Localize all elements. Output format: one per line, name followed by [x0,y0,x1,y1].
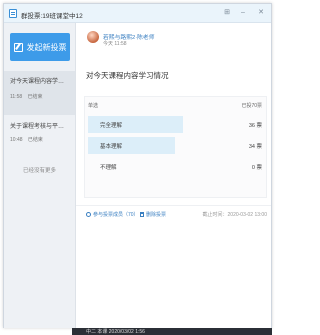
window-title: 群投票:19班课堂中12 [21,13,83,20]
vote-list-item-status: 已结束 [27,137,43,143]
total-votes: 已投70票 [241,103,262,109]
post-time: 今天 11:58 [103,41,127,47]
vote-list-item-title: 对今天课程内容学习情况 [10,79,69,85]
vote-list-item[interactable]: 关于课程考核与平时作业... 10:48 已结束 [4,121,75,157]
person-icon [86,212,91,217]
vote-list-item-time: 11:58 [10,94,23,100]
vote-option-count: 34 票 [248,144,262,150]
vote-option[interactable]: 完全理解 36 票 [88,116,264,133]
vote-list-sidebar: 发起新投票 对今天课程内容学习情况 11:58 已结束 关于课程考核与平时作业.… [4,23,76,328]
taskbar-text: 中二 本课 2020/03/02 1:56 [86,329,145,335]
title-bar[interactable]: 群投票:19班课堂中12 ⊞ – ✕ [4,4,271,23]
vote-option-label: 基本理解 [100,144,123,150]
minimize-icon[interactable]: – [238,8,248,18]
delete-vote-label: 删除投票 [146,212,167,218]
vote-footer: 参与投票成员（70） 删除投票 截止时间：2020-03-02 13:00 [76,205,271,222]
deadline-text: 截止时间：2020-03-02 13:00 [202,212,267,218]
app-icon [9,9,17,18]
vote-option-count: 36 票 [248,123,262,129]
participants-label: 参与投票成员（70） [93,212,139,218]
trash-icon [140,212,144,217]
delete-vote-link[interactable]: 删除投票 [140,211,166,218]
vote-list-item[interactable]: 对今天课程内容学习情况 11:58 已结束 [4,71,75,115]
vote-option-count: 0 票 [251,165,262,171]
pin-icon[interactable]: ⊞ [222,8,232,18]
edit-icon [13,42,23,52]
vote-title: 对今天课程内容学习情况 [86,71,169,80]
vote-list-item-title: 关于课程考核与平时作业... [10,124,69,130]
vote-detail: 若熙与路熙2·陈老师 今天 11:58 对今天课程内容学习情况 单选 已投70票… [76,23,271,328]
vote-list-item-status: 已结束 [27,94,43,100]
vote-option-label: 不理解 [100,165,117,171]
participants-link[interactable]: 参与投票成员（70） [86,211,139,218]
no-more-text: 已经没有更多 [22,168,56,174]
vote-option[interactable]: 基本理解 34 票 [88,137,264,154]
vote-type: 单选 [88,103,99,109]
vote-option-label: 完全理解 [100,123,123,129]
taskbar: 中二 本课 2020/03/02 1:56 [72,328,272,335]
new-vote-label: 发起新投票 [26,42,67,52]
new-vote-button[interactable]: 发起新投票 [10,33,70,61]
avatar[interactable] [87,31,99,43]
close-icon[interactable]: ✕ [256,8,266,18]
vote-window: 群投票:19班课堂中12 ⊞ – ✕ 发起新投票 对今天课程内容学习情况 11:… [3,3,272,328]
vote-option[interactable]: 不理解 0 票 [88,158,264,175]
vote-list-item-time: 10:48 [10,137,23,143]
vote-result-card: 单选 已投70票 完全理解 36 票 基本理解 34 票 不理解 0 票 [84,96,267,198]
